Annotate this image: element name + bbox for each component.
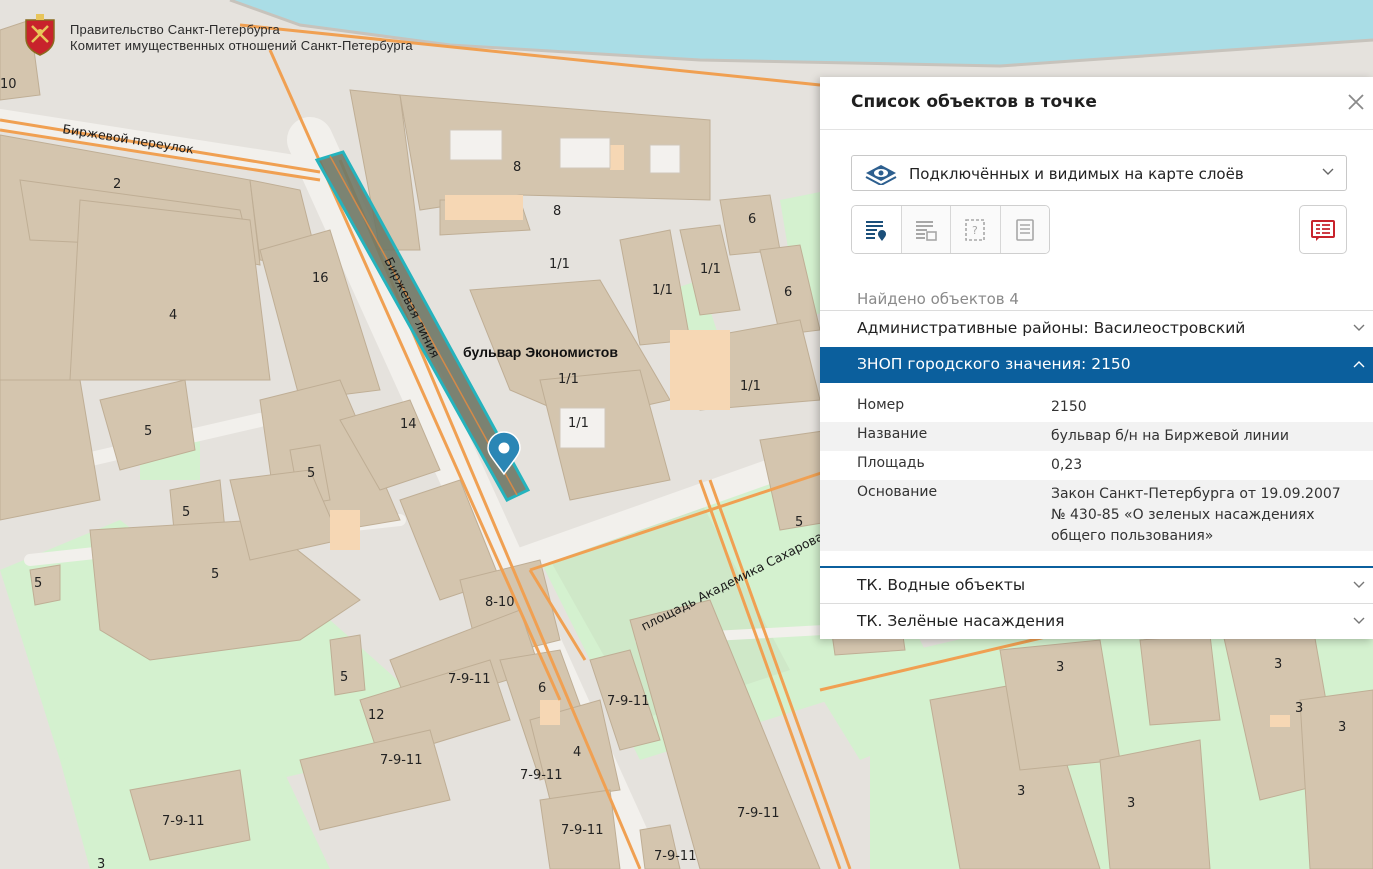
view-mode-toolbar: ? <box>851 205 1050 254</box>
property-value: 2150 <box>1051 399 1087 415</box>
section-label: ЗНОП городского значения: 2150 <box>857 355 1131 373</box>
building-number: 7-9-11 <box>607 694 649 709</box>
building-number: 5 <box>34 576 42 591</box>
building-number: 5 <box>144 424 152 439</box>
building-number: 5 <box>795 515 803 530</box>
building-number: 8-10 <box>485 595 515 610</box>
svg-text:?: ? <box>972 224 978 237</box>
building-number: 5 <box>182 505 190 520</box>
building-number: 5 <box>340 670 348 685</box>
list-table-button[interactable] <box>901 206 951 253</box>
building-number: 14 <box>400 417 417 432</box>
building-number: 3 <box>1338 720 1346 735</box>
building-number: 6 <box>538 681 546 696</box>
section-znop[interactable]: ЗНОП городского значения: 2150 <box>820 347 1373 383</box>
site-header: Правительство Санкт-Петербурга Комитет и… <box>20 12 413 56</box>
building-number: 3 <box>97 857 105 869</box>
building-number: 7-9-11 <box>520 768 562 783</box>
building-number: 7-9-11 <box>162 814 204 829</box>
section-label: ТК. Водные объекты <box>857 576 1026 594</box>
coat-of-arms-icon <box>25 14 55 56</box>
building-number: 1/1 <box>549 257 570 272</box>
layers-icon <box>865 165 897 185</box>
header-line-1: Правительство Санкт-Петербурга <box>70 22 280 37</box>
section-admin-districts[interactable]: Административные районы: Василеостровски… <box>820 310 1373 346</box>
property-value: Закон Санкт-Петербурга от 19.09.2007 № 4… <box>1051 486 1341 544</box>
question-frame-icon: ? <box>965 218 986 241</box>
list-table-icon <box>915 220 937 241</box>
property-value: 0,23 <box>1051 457 1083 473</box>
building-number: 3 <box>1295 701 1303 716</box>
building-number: 10 <box>0 77 17 92</box>
building-number: 1/1 <box>558 372 579 387</box>
building-number: 5 <box>211 567 219 582</box>
building-number: 1/1 <box>652 283 673 298</box>
layer-filter-select[interactable]: Подключённых и видимых на карте слоёв <box>851 155 1347 191</box>
chevron-down-icon <box>1353 581 1365 588</box>
building-number: 1/1 <box>568 416 589 431</box>
building-number: 1/1 <box>740 379 761 394</box>
building-number: 3 <box>1127 796 1135 811</box>
section-label: ТК. Зелёные насаждения <box>857 612 1065 630</box>
building-number: 4 <box>573 745 581 760</box>
section-water-objects[interactable]: ТК. Водные объекты <box>820 566 1373 602</box>
building-number: 12 <box>368 708 385 723</box>
properties-table: Номер 2150 Название бульвар б/н на Бирже… <box>820 393 1373 551</box>
document-button[interactable] <box>1000 206 1049 253</box>
report-icon <box>1311 219 1335 241</box>
building-number: 7-9-11 <box>654 849 696 864</box>
building-number: 6 <box>748 212 756 227</box>
building-number: 8 <box>553 204 561 219</box>
objects-panel: Список объектов в точке Подключённых и в… <box>820 77 1373 639</box>
property-row: Основание Закон Санкт-Петербурга от 19.0… <box>820 480 1373 551</box>
property-key: Основание <box>857 484 938 500</box>
building-number: 8 <box>513 160 521 175</box>
chevron-up-icon <box>1353 361 1365 368</box>
property-value: бульвар б/н на Биржевой линии <box>1051 428 1289 444</box>
property-key: Номер <box>857 397 905 413</box>
property-key: Площадь <box>857 455 925 471</box>
chevron-down-icon <box>1353 324 1365 331</box>
header-line-2: Комитет имущественных отношений Санкт-Пе… <box>70 38 413 53</box>
report-button[interactable] <box>1299 205 1347 254</box>
property-row: Номер 2150 <box>820 393 1373 422</box>
building-number: 5 <box>307 466 315 481</box>
chevron-down-icon <box>1322 168 1334 175</box>
property-row: Площадь 0,23 <box>820 451 1373 480</box>
close-icon[interactable] <box>1345 91 1367 113</box>
building-number: 4 <box>169 308 177 323</box>
building-number: 16 <box>312 271 329 286</box>
section-label: Административные районы: Василеостровски… <box>857 319 1246 337</box>
street-label-bulvar-ekonomistov: бульвар Экономистов <box>463 344 618 360</box>
building-number: 2 <box>113 177 121 192</box>
list-pin-icon <box>866 220 887 241</box>
building-number: 6 <box>784 285 792 300</box>
building-number: 7-9-11 <box>561 823 603 838</box>
building-number: 1/1 <box>700 262 721 277</box>
building-number: 3 <box>1056 660 1064 675</box>
document-icon <box>1015 218 1034 241</box>
query-area-button[interactable]: ? <box>951 206 1001 253</box>
chevron-down-icon <box>1353 617 1365 624</box>
list-with-pin-button[interactable] <box>852 206 902 253</box>
layer-filter-value: Подключённых и видимых на карте слоёв <box>909 165 1244 183</box>
found-count: Найдено объектов 4 <box>857 290 1019 308</box>
property-key: Название <box>857 426 928 442</box>
building-number: 3 <box>1274 657 1282 672</box>
panel-title: Список объектов в точке <box>851 92 1097 112</box>
building-number: 7-9-11 <box>448 672 490 687</box>
building-number: 7-9-11 <box>380 753 422 768</box>
building-number: 3 <box>1017 784 1025 799</box>
section-green-plantings[interactable]: ТК. Зелёные насаждения <box>820 603 1373 639</box>
building-number: 7-9-11 <box>737 806 779 821</box>
property-row: Название бульвар б/н на Биржевой линии <box>820 422 1373 451</box>
